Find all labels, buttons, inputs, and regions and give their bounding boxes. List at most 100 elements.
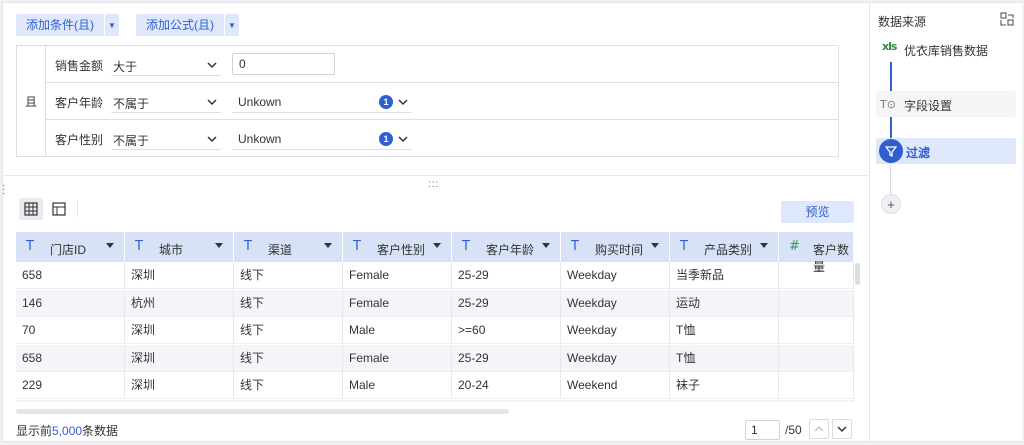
condition-box: 且 销售金额 大于 0 客户年龄 不属于 Unkown 1 客户性别 不属于 U… bbox=[16, 45, 839, 157]
table-cell: 25-29 bbox=[452, 289, 561, 317]
condition-field: 客户年龄 bbox=[55, 96, 104, 110]
side-drag-handle-icon[interactable]: · · · bbox=[2, 181, 5, 199]
column-menu-caret-icon[interactable] bbox=[433, 243, 441, 248]
prev-page-button[interactable] bbox=[809, 419, 829, 439]
table-cell: Female bbox=[343, 262, 452, 289]
operator-select[interactable]: 大于 bbox=[111, 54, 221, 76]
chevron-down-icon bbox=[207, 99, 217, 106]
column-header[interactable]: T 门店ID bbox=[16, 232, 125, 262]
operator-select[interactable]: 不属于 bbox=[111, 128, 221, 150]
add-condition-button[interactable]: 添加条件(且) bbox=[16, 14, 104, 36]
add-condition-dropdown[interactable]: ▼ bbox=[105, 14, 119, 36]
chevron-down-icon bbox=[207, 62, 217, 69]
layout-view-button[interactable] bbox=[47, 198, 71, 220]
table-cell bbox=[779, 289, 854, 317]
table-cell: 线下 bbox=[234, 344, 343, 372]
table-cell: 线下 bbox=[234, 317, 343, 344]
layout-icon bbox=[52, 202, 66, 216]
footer-prefix: 显示前 bbox=[16, 424, 53, 438]
column-header[interactable]: T 客户年龄 bbox=[452, 232, 561, 262]
panel-splitter[interactable] bbox=[3, 175, 868, 176]
table-cell: 29 bbox=[16, 399, 125, 402]
table-row[interactable]: 29武汉线上Female25-29WeekendT恤 bbox=[16, 399, 854, 402]
excel-icon: xls bbox=[882, 40, 897, 53]
next-page-button[interactable] bbox=[832, 419, 852, 439]
drag-handle-icon[interactable]: ::: bbox=[428, 179, 439, 190]
add-step-button[interactable]: + bbox=[881, 194, 901, 214]
column-menu-caret-icon[interactable] bbox=[760, 243, 768, 248]
table-cell: 深圳 bbox=[125, 344, 234, 372]
column-header-label: 客户年龄 bbox=[486, 243, 535, 257]
column-header[interactable]: T 渠道 bbox=[234, 232, 343, 262]
table-row[interactable]: 658 深圳 线下 Female 25-29 Weekday T恤 bbox=[16, 344, 854, 372]
table-cell: 658 bbox=[16, 344, 125, 372]
text-type-icon: T bbox=[680, 239, 688, 254]
expand-icon[interactable] bbox=[1000, 12, 1014, 26]
table-cell bbox=[779, 317, 854, 344]
selection-count-badge: 1 bbox=[379, 132, 393, 146]
data-table: T 门店ID T 城市 T 渠道 T 客户性别 T 客户年龄 T 购买时间 T 产品类别 # 客户数量 658 深… bbox=[16, 232, 854, 402]
column-header[interactable]: T 产品类别 bbox=[670, 232, 779, 262]
row-count-info: 显示前5,000条数据 bbox=[16, 422, 118, 439]
condition-row: 客户年龄 不属于 Unkown 1 bbox=[46, 83, 838, 120]
operator-value: 不属于 bbox=[113, 97, 150, 111]
preview-button[interactable]: 预览 bbox=[781, 201, 854, 223]
text-type-icon: T bbox=[26, 239, 34, 254]
column-header[interactable]: T 购买时间 bbox=[561, 232, 670, 262]
table-cell: 25-29 bbox=[452, 262, 561, 289]
column-menu-caret-icon[interactable] bbox=[651, 243, 659, 248]
table-cell: Weekend bbox=[561, 372, 670, 399]
table-cell: T恤 bbox=[670, 317, 779, 344]
panel-title: 数据来源 bbox=[878, 15, 927, 29]
table-cell: 25-29 bbox=[452, 344, 561, 372]
flow-step-filter[interactable]: 过滤 bbox=[876, 138, 1016, 164]
table-cell: 杭州 bbox=[125, 289, 234, 317]
operator-select[interactable]: 不属于 bbox=[111, 91, 221, 113]
flow-step-field-settings[interactable]: T⊙ 字段设置 bbox=[876, 91, 1016, 117]
column-header-label: 城市 bbox=[159, 243, 184, 257]
column-header[interactable]: # 客户数量 bbox=[779, 232, 854, 274]
column-menu-caret-icon[interactable] bbox=[542, 243, 550, 248]
logic-label[interactable]: 且 bbox=[17, 46, 46, 156]
table-row[interactable]: 146 杭州 线下 Female 25-29 Weekday 运动 bbox=[16, 289, 854, 317]
flow-step-source[interactable]: xls 优衣库销售数据 bbox=[876, 36, 1016, 62]
add-formula-button[interactable]: 添加公式(且) bbox=[136, 14, 224, 36]
add-formula-dropdown[interactable]: ▼ bbox=[225, 14, 239, 36]
table-row[interactable]: 658 深圳 线下 Female 25-29 Weekday 当季新品 bbox=[16, 262, 854, 289]
table-cell: Weekend bbox=[561, 399, 670, 402]
number-type-icon: # bbox=[789, 239, 800, 254]
column-header[interactable]: T 城市 bbox=[125, 232, 234, 262]
text-type-icon: T bbox=[462, 239, 470, 254]
value-text: Unkown bbox=[238, 132, 282, 146]
column-menu-caret-icon[interactable] bbox=[215, 243, 223, 248]
table-cell: Male bbox=[343, 317, 452, 344]
table-row[interactable]: 70 深圳 线下 Male >=60 Weekday T恤 bbox=[16, 317, 854, 344]
table-cell: 深圳 bbox=[125, 372, 234, 399]
table-cell: T恤 bbox=[670, 344, 779, 372]
add-formula-button-group: 添加公式(且) ▼ bbox=[136, 14, 239, 36]
column-menu-caret-icon[interactable] bbox=[106, 243, 114, 248]
vertical-scrollbar[interactable] bbox=[855, 263, 860, 285]
table-row[interactable]: 229 深圳 线下 Male 20-24 Weekend 袜子 bbox=[16, 372, 854, 399]
horizontal-scrollbar[interactable] bbox=[16, 409, 509, 414]
value-multiselect[interactable]: Unkown 1 bbox=[232, 91, 412, 113]
grid-view-button[interactable] bbox=[19, 198, 43, 220]
table-cell: 229 bbox=[16, 372, 125, 399]
chevron-down-icon bbox=[207, 136, 217, 143]
table-cell: Female bbox=[343, 344, 452, 372]
text-type-icon: T bbox=[244, 239, 252, 254]
value-multiselect[interactable]: Unkown 1 bbox=[232, 128, 412, 150]
page-total: /50 bbox=[785, 423, 802, 437]
value-text: Unkown bbox=[238, 95, 282, 109]
table-cell: 袜子 bbox=[670, 372, 779, 399]
flow-panel: 数据来源 xls 优衣库销售数据 T⊙ 字段设置 过滤 + bbox=[869, 3, 1022, 441]
condition-field: 客户性别 bbox=[55, 133, 104, 147]
table-cell: Weekday bbox=[561, 289, 670, 317]
table-cell: 当季新品 bbox=[670, 262, 779, 289]
column-header[interactable]: T 客户性别 bbox=[343, 232, 452, 262]
value-input[interactable]: 0 bbox=[232, 53, 335, 75]
column-menu-caret-icon[interactable] bbox=[324, 243, 332, 248]
table-cell: Weekday bbox=[561, 344, 670, 372]
page-input[interactable]: 1 bbox=[745, 420, 780, 440]
footer-suffix: 条数据 bbox=[82, 424, 119, 438]
